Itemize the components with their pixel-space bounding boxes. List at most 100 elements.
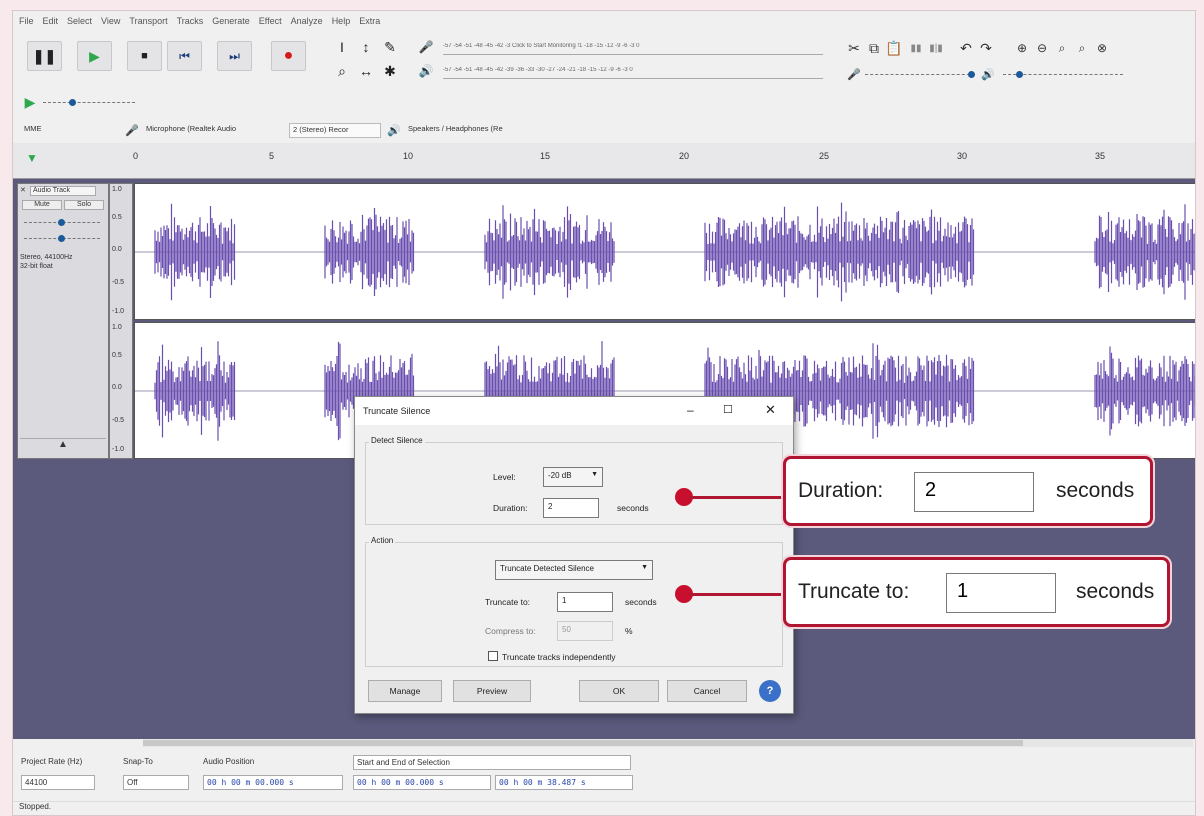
stop-icon: ■ <box>141 50 148 62</box>
menu-transport[interactable]: Transport <box>129 16 167 26</box>
solo-button[interactable]: Solo <box>64 200 104 210</box>
horizontal-scrollbar[interactable] <box>143 739 1193 747</box>
selection-tool-icon[interactable]: I <box>333 38 351 56</box>
independent-checkbox[interactable] <box>488 651 498 661</box>
stop-button[interactable]: ■ <box>127 41 162 71</box>
truncate-to-input[interactable]: 1 <box>557 592 613 612</box>
track-control-panel: ✕ Audio Track Mute Solo Stereo, 44100Hz … <box>17 183 109 459</box>
vertical-scale[interactable]: 1.0 0.5 0.0 -0.5 -1.0 1.0 0.5 0.0 -0.5 -… <box>109 183 133 459</box>
project-rate-label: Project Rate (Hz) <box>21 757 83 766</box>
skip-end-icon: ⏭ <box>229 48 240 63</box>
playback-volume-knob[interactable] <box>1016 71 1023 78</box>
menu-effect[interactable]: Effect <box>259 16 282 26</box>
timeline-ruler[interactable]: ▼ 0 5 10 15 20 25 30 35 <box>13 143 1195 179</box>
audio-position-field[interactable]: 00 h 00 m 00.000 s <box>203 775 343 790</box>
menu-analyze[interactable]: Analyze <box>291 16 323 26</box>
recording-device-select[interactable]: Microphone (Realtek Audio <box>143 123 285 138</box>
snap-to-select[interactable]: Off <box>123 775 189 790</box>
menu-edit[interactable]: Edit <box>43 16 59 26</box>
silence-icon[interactable]: ▮|▮ <box>927 39 945 57</box>
play-at-speed-icon[interactable]: ▶ <box>21 93 39 111</box>
speaker-icon: 🔊 <box>387 124 401 137</box>
recording-volume-knob[interactable] <box>968 71 975 78</box>
level-select[interactable]: -20 dB ▼ <box>543 467 603 487</box>
draw-tool-icon[interactable]: ✎ <box>381 38 399 56</box>
play-button[interactable]: ▶ <box>77 41 112 71</box>
multi-tool-icon[interactable]: ✱ <box>381 62 399 80</box>
timeshift-tool-icon[interactable]: ↔ <box>357 62 375 80</box>
play-speed-slider[interactable] <box>43 102 135 103</box>
truncate-callout: Truncate to: 1 seconds <box>783 557 1170 627</box>
gain-knob[interactable] <box>58 219 65 226</box>
dialog-titlebar[interactable]: Truncate Silence – ☐ ✕ <box>355 397 793 425</box>
zoom-out-icon[interactable]: ⊖ <box>1033 39 1051 57</box>
menu-extra[interactable]: Extra <box>359 16 380 26</box>
menu-tracks[interactable]: Tracks <box>177 16 204 26</box>
scale-label: 0.0 <box>112 246 122 253</box>
skip-end-button[interactable]: ⏭ <box>217 41 252 71</box>
mute-button[interactable]: Mute <box>22 200 62 210</box>
cancel-button[interactable]: Cancel <box>667 680 747 702</box>
menu-view[interactable]: View <box>101 16 120 26</box>
timeline-options-icon[interactable]: ▼ <box>23 149 41 167</box>
menu-generate[interactable]: Generate <box>212 16 250 26</box>
chevron-down-icon: ▼ <box>591 471 598 478</box>
ruler-tick: 25 <box>819 151 830 161</box>
zoom-tool-icon[interactable]: ⌕ <box>333 62 351 80</box>
fit-selection-icon[interactable]: ⌕ <box>1053 39 1071 57</box>
playback-meter[interactable]: -57 -54 -51 -48 -45 -42 -39 -36 -33 -30 … <box>443 67 823 79</box>
truncate-silence-dialog: Truncate Silence – ☐ ✕ Detect Silence Le… <box>354 396 794 714</box>
paste-icon[interactable]: 📋 <box>885 39 903 57</box>
copy-icon[interactable]: ⧉ <box>865 39 883 57</box>
skip-start-button[interactable]: ⏮ <box>167 41 202 71</box>
track-name-menu[interactable]: Audio Track <box>30 186 96 196</box>
playback-device-select[interactable]: Speakers / Headphones (Re <box>405 123 565 138</box>
record-meter[interactable]: -57 -54 -51 -48 -45 -42 -3 Click to Star… <box>443 43 823 55</box>
scale-label: -0.5 <box>112 279 125 286</box>
waveform-left-svg <box>135 202 1195 302</box>
trim-icon[interactable]: ▮▮ <box>907 39 925 57</box>
status-bar: Stopped. <box>13 801 1195 815</box>
truncate-callout-line <box>689 593 784 596</box>
duration-input[interactable]: 2 <box>543 498 599 518</box>
collapse-track-icon[interactable]: ▲ <box>20 438 106 456</box>
compress-to-label: Compress to: <box>485 626 536 636</box>
ruler-tick: 30 <box>957 151 968 161</box>
action-select[interactable]: Truncate Detected Silence ▼ <box>495 560 653 580</box>
project-rate-select[interactable]: 44100 <box>21 775 95 790</box>
scrollbar-thumb[interactable] <box>143 740 1023 746</box>
recording-channels-select[interactable]: 2 (Stereo) Recor <box>289 123 381 138</box>
ok-button[interactable]: OK <box>579 680 659 702</box>
fit-project-icon[interactable]: ⌕ <box>1073 39 1091 57</box>
help-icon[interactable]: ? <box>759 680 781 702</box>
pan-knob[interactable] <box>58 235 65 242</box>
recording-volume-slider[interactable] <box>865 74 975 75</box>
menu-file[interactable]: File <box>19 16 34 26</box>
zoom-in-icon[interactable]: ⊕ <box>1013 39 1031 57</box>
menu-select[interactable]: Select <box>67 16 92 26</box>
audio-host-select[interactable]: MME <box>21 123 121 138</box>
selection-start-field[interactable]: 00 h 00 m 00.000 s <box>353 775 491 790</box>
preview-button[interactable]: Preview <box>453 680 531 702</box>
selection-mode-select[interactable]: Start and End of Selection <box>353 755 631 770</box>
record-icon: ● <box>283 47 294 64</box>
maximize-icon[interactable]: ☐ <box>723 403 733 416</box>
scale-label: -0.5 <box>112 417 125 424</box>
cut-icon[interactable]: ✂ <box>845 39 863 57</box>
undo-icon[interactable]: ↶ <box>957 39 975 57</box>
zoom-toggle-icon[interactable]: ⊗ <box>1093 39 1111 57</box>
pause-button[interactable]: ❚❚ <box>27 41 62 71</box>
duration-callout-line <box>689 496 784 499</box>
manage-button[interactable]: Manage <box>368 680 442 702</box>
track-close-icon[interactable]: ✕ <box>20 186 26 194</box>
redo-icon[interactable]: ↷ <box>977 39 995 57</box>
record-button[interactable]: ● <box>271 41 306 71</box>
audacity-window: File Edit Select View Transport Tracks G… <box>12 10 1196 816</box>
waveform-left-channel[interactable] <box>134 183 1195 320</box>
envelope-tool-icon[interactable]: ↕ <box>357 38 375 56</box>
minimize-icon[interactable]: – <box>687 403 694 417</box>
selection-end-field[interactable]: 00 h 00 m 38.487 s <box>495 775 633 790</box>
menu-help[interactable]: Help <box>332 16 351 26</box>
play-speed-knob[interactable] <box>69 99 76 106</box>
close-icon[interactable]: ✕ <box>765 402 776 418</box>
